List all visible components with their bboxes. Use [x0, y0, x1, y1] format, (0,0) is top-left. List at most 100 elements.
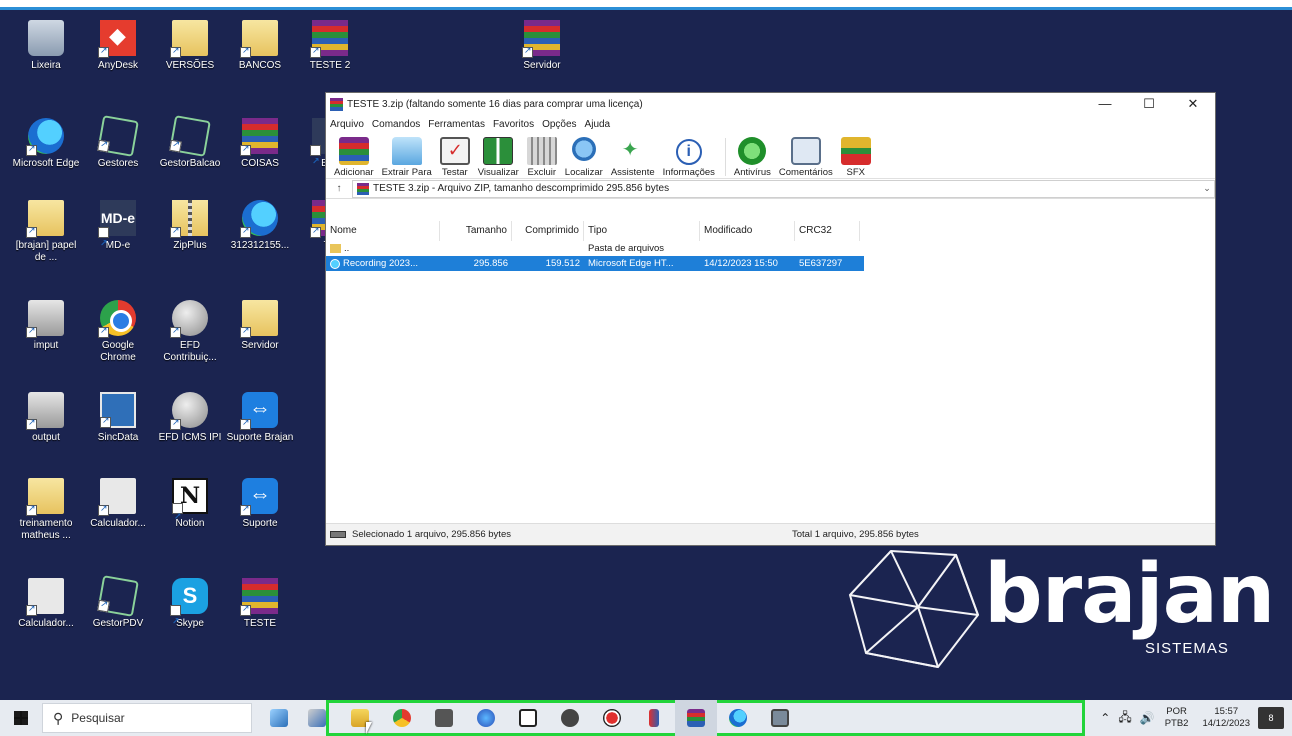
- network-icon[interactable]: 🖧: [1118, 708, 1131, 729]
- taskbar-chrome[interactable]: [381, 700, 423, 736]
- list-item-parent[interactable]: .. Pasta de arquivos: [326, 241, 1215, 256]
- desktop-icon[interactable]: Lixeira: [12, 20, 80, 72]
- notion-icon: [519, 709, 537, 727]
- column-modified[interactable]: Modificado: [700, 221, 795, 241]
- add-button[interactable]: Adicionar: [334, 137, 374, 178]
- desktop-icon[interactable]: TESTE 2: [296, 20, 364, 72]
- extract-to-button[interactable]: Extrair Para: [382, 137, 432, 178]
- desktop-icon[interactable]: Suporte: [226, 478, 294, 530]
- title-bar[interactable]: TESTE 3.zip (faltando somente 16 dias pa…: [326, 93, 1215, 115]
- taskbar-app-window[interactable]: [759, 700, 801, 736]
- taskbar-recorder[interactable]: [591, 700, 633, 736]
- test-button[interactable]: Testar: [439, 137, 470, 178]
- column-size[interactable]: Tamanho: [440, 221, 512, 241]
- menu-arquivo[interactable]: Arquivo: [330, 119, 364, 130]
- desktop-icon[interactable]: SSkype: [156, 578, 224, 639]
- desktop-icon[interactable]: NNotion: [156, 478, 224, 533]
- column-crc32[interactable]: CRC32: [795, 221, 860, 241]
- taskbar-app[interactable]: [633, 700, 675, 736]
- desktop-icon[interactable]: BANCOS: [226, 20, 294, 72]
- desktop-icon[interactable]: Google Chrome: [84, 300, 152, 364]
- desktop-icon[interactable]: ZipPlus: [156, 200, 224, 252]
- address-field[interactable]: TESTE 3.zip - Arquivo ZIP, tamanho desco…: [352, 179, 1215, 198]
- chevron-up-icon[interactable]: ⌃: [1100, 711, 1110, 725]
- column-name[interactable]: Nome: [326, 221, 440, 241]
- taskbar-calculator[interactable]: [423, 700, 465, 736]
- folder-icon: [240, 300, 278, 338]
- menu-comandos[interactable]: Comandos: [372, 119, 420, 130]
- volume-icon[interactable]: 🔊: [1140, 711, 1155, 725]
- column-type[interactable]: Tipo: [584, 221, 700, 241]
- desktop-icon[interactable]: EFD Contribuiç...: [156, 300, 224, 364]
- winrar-icon: [240, 118, 278, 156]
- desktop-icon[interactable]: imput: [12, 300, 80, 352]
- delete-button[interactable]: Excluir: [526, 137, 557, 178]
- desktop-icon[interactable]: GestorBalcao: [156, 115, 224, 170]
- desktop-icon-label: Lixeira: [31, 60, 61, 71]
- file-list[interactable]: Nome Tamanho Comprimido Tipo Modificado …: [326, 221, 1215, 521]
- desktop-icon[interactable]: Servidor: [226, 300, 294, 352]
- chevron-down-icon[interactable]: ⌄: [1200, 183, 1214, 194]
- column-compressed[interactable]: Comprimido: [512, 221, 584, 241]
- address-path: TESTE 3.zip - Arquivo ZIP, tamanho desco…: [373, 183, 670, 194]
- winrar-window[interactable]: TESTE 3.zip (faltando somente 16 dias pa…: [326, 93, 1215, 545]
- notification-center-button[interactable]: 8: [1258, 707, 1284, 729]
- taskbar-app-paint[interactable]: [260, 700, 298, 736]
- desktop-icon-label: [brajan] papel de ...: [15, 240, 77, 263]
- shortcut-arrow-icon: [310, 143, 321, 179]
- antivirus-button[interactable]: Antivírus: [734, 137, 771, 178]
- desktop-icon[interactable]: Servidor: [508, 20, 576, 72]
- start-button[interactable]: [0, 700, 42, 736]
- desktop-icon[interactable]: VERSÕES: [156, 20, 224, 72]
- close-button[interactable]: ✕: [1171, 93, 1215, 115]
- trash-icon: [526, 137, 557, 165]
- sfx-button[interactable]: SFX: [840, 137, 871, 178]
- winrar-icon: [310, 20, 348, 58]
- info-button[interactable]: i Informações: [663, 139, 715, 178]
- taskbar-settings[interactable]: [549, 700, 591, 736]
- wizard-button[interactable]: Assistente: [611, 137, 655, 178]
- taskbar-notion[interactable]: [507, 700, 549, 736]
- maximize-button[interactable]: ☐: [1127, 93, 1171, 115]
- desktop-icon[interactable]: AnyDesk: [84, 20, 152, 72]
- desktop-icon[interactable]: [brajan] papel de ...: [12, 200, 80, 264]
- taskbar-firefox[interactable]: [465, 700, 507, 736]
- desktop-icon[interactable]: GestorPDV: [84, 575, 152, 630]
- menu-opcoes[interactable]: Opções: [542, 119, 576, 130]
- view-button[interactable]: Visualizar: [478, 137, 519, 178]
- menu-ferramentas[interactable]: Ferramentas: [428, 119, 485, 130]
- pinned-apps-highlight: [326, 700, 1085, 736]
- list-item-selected[interactable]: Recording 2023... 295.856 159.512 Micros…: [326, 256, 864, 271]
- desktop-icon[interactable]: TESTE: [226, 578, 294, 630]
- comments-button[interactable]: Comentários: [779, 137, 833, 178]
- language-indicator[interactable]: POR PTB2: [1165, 706, 1189, 730]
- desktop-icon[interactable]: Calculador...: [84, 478, 152, 530]
- taskbar-winrar[interactable]: [675, 700, 717, 736]
- desktop-icon[interactable]: Calculador...: [12, 578, 80, 630]
- desktop-icon[interactable]: Microsoft Edge: [12, 118, 80, 170]
- drive-icon: [26, 392, 64, 430]
- menu-ajuda[interactable]: Ajuda: [585, 119, 611, 130]
- desktop-icon[interactable]: COISAS: [226, 118, 294, 170]
- desktop-icon[interactable]: Suporte Brajan: [226, 392, 294, 444]
- clock[interactable]: 15:57 14/12/2023: [1202, 706, 1250, 730]
- desktop-icon[interactable]: 312312155...: [226, 200, 294, 252]
- desktop-icon[interactable]: MD-eMD-e: [84, 200, 152, 261]
- desktop-icon[interactable]: EFD ICMS IPI: [156, 392, 224, 444]
- taskbar-edge[interactable]: [717, 700, 759, 736]
- desktop-icon-label: TESTE: [243, 618, 277, 629]
- file-icon: [26, 200, 64, 238]
- up-arrow-icon[interactable]: ↑: [326, 183, 352, 194]
- menu-favoritos[interactable]: Favoritos: [493, 119, 534, 130]
- find-button[interactable]: Localizar: [565, 137, 603, 178]
- desktop-icon[interactable]: Gestores: [84, 115, 152, 170]
- desktop-icon[interactable]: treinamento matheus ...: [12, 478, 80, 542]
- polygon-network-icon: [848, 549, 980, 669]
- taskbar-explorer[interactable]: [339, 700, 381, 736]
- desktop-icon[interactable]: output: [12, 392, 80, 444]
- row-crc: 5E637297: [799, 258, 843, 269]
- desktop-icon[interactable]: SincData: [84, 392, 152, 444]
- minimize-button[interactable]: —: [1083, 93, 1127, 115]
- taskbar-search[interactable]: ⚲ Pesquisar: [42, 703, 252, 733]
- shortcut-arrow-icon: [98, 225, 109, 261]
